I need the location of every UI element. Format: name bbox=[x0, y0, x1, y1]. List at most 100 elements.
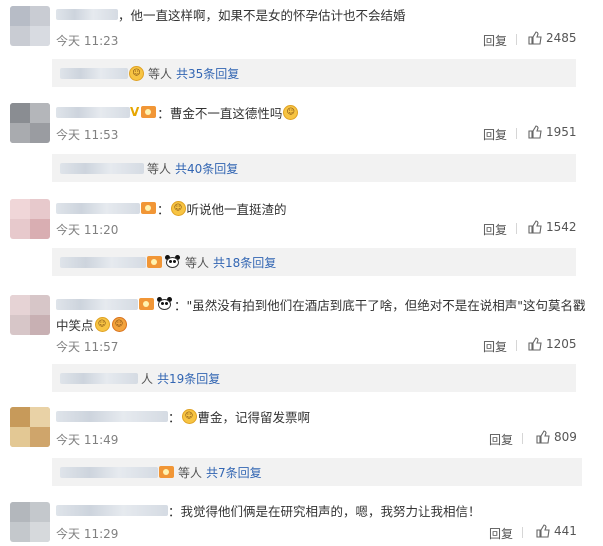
blurred-username[interactable] bbox=[56, 106, 130, 118]
like-button[interactable]: 809 bbox=[536, 430, 577, 444]
comment-line: ： ☺ 曹金，记得留发票啊 bbox=[56, 406, 310, 426]
panda-icon bbox=[165, 255, 180, 269]
reply-button[interactable]: 回复 bbox=[483, 32, 507, 49]
reply-summary[interactable]: 等人 共40条回复 bbox=[52, 154, 576, 182]
like-button[interactable]: 441 bbox=[536, 524, 577, 538]
colon: ： bbox=[157, 105, 170, 121]
people-label: 人 bbox=[141, 371, 154, 386]
smiley-emoji-icon: ☺ bbox=[283, 104, 299, 120]
thumbs-up-icon bbox=[528, 31, 542, 45]
medal-badge-icon bbox=[141, 106, 157, 118]
comment-line-2: 中笑点 ☺ ☺ bbox=[56, 314, 128, 334]
blurred-username[interactable] bbox=[56, 504, 168, 516]
avatar[interactable] bbox=[10, 199, 50, 239]
smiley-emoji-icon: ☺ bbox=[170, 200, 186, 216]
colon: ： bbox=[168, 503, 181, 519]
thumbs-up-icon bbox=[528, 125, 542, 139]
blurred-username[interactable] bbox=[56, 8, 118, 20]
comment-text-continued: 中笑点 bbox=[56, 317, 94, 333]
smiley-emoji-icon: ☺ bbox=[181, 408, 197, 424]
medal-badge-icon bbox=[147, 256, 162, 268]
comment-5: ： ☺ 曹金，记得留发票啊 今天 11:49 回复 809 等人 共7条回复 bbox=[0, 402, 603, 492]
comment-text: 曹金，记得留发票啊 bbox=[197, 409, 311, 425]
avatar[interactable] bbox=[10, 103, 50, 143]
reply-count: 共18条回复 bbox=[213, 255, 277, 270]
avatar[interactable] bbox=[10, 407, 50, 447]
comment-line: ，他一直这样啊，如果不是女的怀孕估计也不会结婚 bbox=[56, 4, 406, 24]
divider bbox=[516, 128, 517, 139]
divider bbox=[522, 433, 523, 444]
panda-icon bbox=[157, 297, 172, 311]
comment-line: ： ☺ 听说他一直挺渣的 bbox=[56, 198, 287, 218]
people-label: 等人 bbox=[185, 255, 210, 270]
blurred-username bbox=[60, 372, 138, 384]
reply-summary[interactable]: ☺ 等人 共35条回复 bbox=[52, 59, 576, 87]
reply-summary[interactable]: 等人 共18条回复 bbox=[52, 248, 576, 276]
like-button[interactable]: 1951 bbox=[528, 125, 577, 139]
reply-button[interactable]: 回复 bbox=[483, 221, 507, 238]
colon: ： bbox=[174, 297, 187, 313]
reply-count: 共35条回复 bbox=[176, 66, 240, 81]
comment-2: V ： 曹金不一直这德性吗 ☺ 今天 11:53 回复 1951 等人 共40条… bbox=[0, 98, 603, 190]
thumbs-up-icon bbox=[536, 524, 550, 538]
blurred-username[interactable] bbox=[56, 410, 168, 422]
thumbs-up-icon bbox=[528, 220, 542, 234]
reply-button[interactable]: 回复 bbox=[483, 338, 507, 355]
blurred-username bbox=[60, 466, 158, 478]
laughing-emoji-icon: ☺ bbox=[94, 316, 110, 332]
medal-badge-icon bbox=[139, 298, 154, 310]
divider bbox=[516, 223, 517, 234]
comment-3: ： ☺ 听说他一直挺渣的 今天 11:20 回复 1542 等人 共18条回复 bbox=[0, 194, 603, 284]
comment-text: 曹金不一直这德性吗 bbox=[169, 105, 283, 121]
reply-button[interactable]: 回复 bbox=[483, 126, 507, 143]
timestamp: 今天 11:57 bbox=[56, 340, 119, 354]
thumbs-up-icon bbox=[528, 337, 542, 351]
divider bbox=[522, 527, 523, 538]
comment-1: ，他一直这样啊，如果不是女的怀孕估计也不会结婚 今天 11:23 回复 2485… bbox=[0, 0, 603, 90]
medal-badge-icon bbox=[159, 466, 174, 478]
reply-summary[interactable]: 等人 共7条回复 bbox=[52, 458, 582, 486]
divider bbox=[516, 34, 517, 45]
comment-text: "虽然没有拍到他们在酒店到底干了啥，但绝对不是在说相声"这句莫名戳 bbox=[186, 297, 586, 313]
reply-count: 共40条回复 bbox=[175, 161, 239, 176]
timestamp: 今天 11:53 bbox=[56, 128, 119, 142]
reply-button[interactable]: 回复 bbox=[489, 431, 513, 448]
comment-line: V ： 曹金不一直这德性吗 ☺ bbox=[56, 102, 299, 122]
medal-badge-icon bbox=[141, 202, 156, 214]
reply-button[interactable]: 回复 bbox=[489, 525, 513, 542]
people-label: 等人 bbox=[178, 465, 203, 480]
like-count: 1951 bbox=[546, 125, 577, 139]
laughing-emoji-icon: ☺ bbox=[111, 316, 127, 332]
blurred-username[interactable] bbox=[56, 202, 140, 214]
smiley-emoji-icon: ☺ bbox=[129, 65, 144, 81]
timestamp: 今天 11:20 bbox=[56, 223, 119, 237]
people-label: 等人 bbox=[148, 66, 173, 81]
comment-6: ： 我觉得他们俩是在研究相声的，嗯，我努力让我相信！ 今天 11:29 回复 4… bbox=[0, 496, 603, 546]
comment-4: ： "虽然没有拍到他们在酒店到底干了啥，但绝对不是在说相声"这句莫名戳 中笑点 … bbox=[0, 290, 603, 396]
reply-count: 共7条回复 bbox=[206, 465, 262, 480]
comment-text: 听说他一直挺渣的 bbox=[186, 201, 287, 217]
timestamp: 今天 11:29 bbox=[56, 527, 119, 541]
colon: ： bbox=[157, 201, 170, 217]
avatar[interactable] bbox=[10, 295, 50, 335]
timestamp: 今天 11:23 bbox=[56, 34, 119, 48]
colon: ： bbox=[168, 409, 181, 425]
like-button[interactable]: 2485 bbox=[528, 31, 577, 45]
thumbs-up-icon bbox=[536, 430, 550, 444]
divider bbox=[516, 340, 517, 351]
avatar[interactable] bbox=[10, 6, 50, 46]
blurred-username bbox=[60, 162, 144, 174]
blurred-username bbox=[60, 256, 146, 268]
like-button[interactable]: 1542 bbox=[528, 220, 577, 234]
comment-text: 我觉得他们俩是在研究相声的，嗯，我努力让我相信！ bbox=[180, 503, 481, 519]
like-count: 1205 bbox=[546, 337, 577, 351]
avatar[interactable] bbox=[10, 502, 50, 542]
people-label: 等人 bbox=[147, 161, 172, 176]
like-count: 2485 bbox=[546, 31, 577, 45]
v-badge-icon: V bbox=[130, 105, 140, 119]
like-button[interactable]: 1205 bbox=[528, 337, 577, 351]
blurred-username bbox=[60, 67, 128, 79]
blurred-username[interactable] bbox=[56, 298, 138, 310]
reply-summary[interactable]: 人 共19条回复 bbox=[52, 364, 576, 392]
like-count: 809 bbox=[554, 430, 577, 444]
